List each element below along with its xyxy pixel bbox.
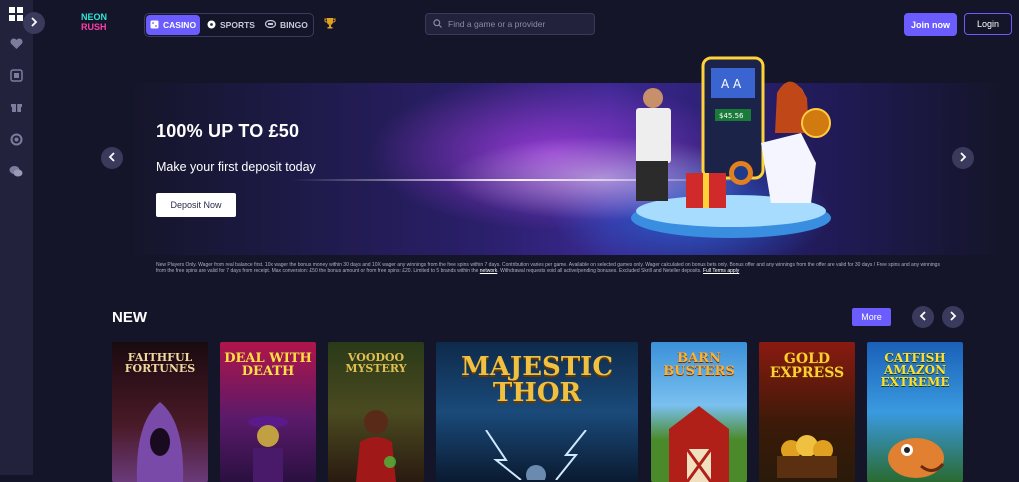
- top-header: NEON RUSH CASINO SPORTS BINGO Join now L…: [33, 0, 1019, 50]
- dice-icon: [150, 20, 159, 31]
- product-tabs: CASINO SPORTS BINGO: [144, 13, 314, 37]
- game-title: DEAL WITH DEATH: [224, 351, 312, 379]
- trophy-icon[interactable]: [324, 16, 336, 34]
- chevron-left-icon: [108, 149, 116, 167]
- logo[interactable]: NEON RUSH: [81, 12, 115, 38]
- logo-line-2: RUSH: [81, 22, 107, 32]
- game-card[interactable]: CATFISH AMAZON EXTREME: [867, 342, 963, 482]
- search-input[interactable]: [448, 19, 588, 29]
- chevron-right-icon: [30, 14, 38, 32]
- game-title: BARN BUSTERS: [663, 351, 735, 379]
- hero-illustration: A A $45.56: [631, 56, 831, 238]
- gift-icon[interactable]: [7, 97, 25, 115]
- logo-line-1: NEON: [81, 12, 108, 22]
- game-title: GOLD EXPRESS: [769, 351, 845, 381]
- hero-next-button[interactable]: [952, 147, 974, 169]
- casino-chip-icon[interactable]: [7, 66, 25, 84]
- chat-icon[interactable]: [7, 162, 25, 180]
- game-card[interactable]: GOLD EXPRESS: [759, 342, 855, 482]
- game-art: [248, 416, 288, 482]
- game-art: [485, 430, 587, 480]
- svg-text:A A: A A: [721, 77, 742, 91]
- game-title: MAJESTIC THOR: [460, 352, 614, 408]
- game-card[interactable]: MAJESTIC THOR: [436, 342, 638, 482]
- game-art: [136, 402, 184, 482]
- join-now-button[interactable]: Join now: [904, 13, 957, 36]
- tab-bingo-label: BINGO: [280, 20, 308, 30]
- game-card[interactable]: FAITHFUL FORTUNES: [112, 342, 208, 482]
- heart-icon[interactable]: [7, 35, 25, 53]
- game-art: [777, 435, 837, 478]
- more-button[interactable]: More: [852, 308, 891, 326]
- games-prev-button[interactable]: [912, 306, 934, 328]
- game-card[interactable]: DEAL WITH DEATH: [220, 342, 316, 482]
- hero-title: 100% UP TO £50: [156, 121, 300, 141]
- tab-sports-label: SPORTS: [220, 20, 255, 30]
- sidebar-expand-button[interactable]: [23, 12, 45, 34]
- game-art: [356, 410, 396, 482]
- svg-text:$45.56: $45.56: [719, 112, 744, 120]
- football-icon: [207, 20, 216, 31]
- tab-bingo[interactable]: BINGO: [261, 15, 311, 35]
- tab-sports[interactable]: SPORTS: [203, 15, 259, 35]
- chevron-left-icon: [919, 308, 927, 326]
- full-terms-link[interactable]: Full Terms apply: [703, 268, 739, 274]
- game-title: FAITHFUL FORTUNES: [124, 351, 196, 375]
- terms-text: New Players Only. Wager from real balanc…: [156, 262, 941, 274]
- lifebuoy-icon[interactable]: [7, 130, 25, 148]
- new-section-title: NEW: [112, 309, 147, 326]
- game-art: [888, 438, 945, 478]
- terms-body-2: . Withdrawal requests void all active/pe…: [497, 268, 702, 275]
- chevron-right-icon: [949, 308, 957, 326]
- search-icon: [433, 15, 442, 33]
- sidebar: [0, 0, 33, 475]
- bingo-icon: [264, 19, 277, 30]
- hero-prev-button[interactable]: [101, 147, 123, 169]
- tab-casino[interactable]: CASINO: [146, 15, 200, 35]
- search-box: [425, 13, 595, 35]
- game-art: [669, 406, 729, 482]
- chevron-right-icon: [959, 149, 967, 167]
- hero-subtitle: Make your first deposit today: [156, 160, 316, 174]
- game-title: CATFISH AMAZON EXTREME: [880, 351, 950, 389]
- deposit-now-button[interactable]: Deposit Now: [156, 193, 236, 217]
- game-card[interactable]: VOODOO MYSTERY: [328, 342, 424, 482]
- tab-casino-label: CASINO: [163, 20, 197, 30]
- login-button[interactable]: Login: [964, 13, 1012, 35]
- game-card[interactable]: BARN BUSTERS: [651, 342, 747, 482]
- game-title: VOODOO MYSTERY: [345, 351, 407, 375]
- network-link[interactable]: network: [480, 268, 498, 274]
- games-next-button[interactable]: [942, 306, 964, 328]
